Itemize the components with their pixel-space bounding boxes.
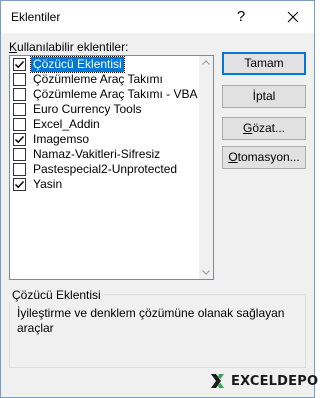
addin-checkbox[interactable] — [13, 148, 26, 161]
watermark-text: EXCELDEPO — [231, 373, 319, 389]
addin-list-item[interactable]: Çözümleme Araç Takımı — [11, 72, 198, 87]
x-logo-icon — [211, 374, 224, 388]
automation-button[interactable]: Otomasyon... — [222, 146, 306, 169]
close-button[interactable] — [280, 5, 306, 29]
addin-label: Çözümleme Araç Takımı - VBA — [33, 87, 198, 101]
addin-list-item[interactable]: Excel_Addin — [11, 117, 198, 132]
addin-list-item[interactable]: Çözümleme Araç Takımı - VBA — [11, 87, 198, 102]
chevron-down-icon — [202, 270, 210, 275]
addin-checkbox[interactable] — [13, 88, 26, 101]
checkmark-icon — [14, 60, 25, 69]
addin-label: Yasin — [33, 177, 63, 191]
addin-list-item[interactable]: Yasin — [11, 177, 198, 192]
scroll-down-button[interactable] — [199, 265, 213, 279]
details-description: İyileştirme ve denklem çözümüne olanak s… — [17, 306, 285, 335]
addin-label: Imagemso — [33, 132, 90, 146]
close-icon — [287, 11, 299, 23]
addin-list-item[interactable]: Namaz-Vakitleri-Sifresiz — [11, 147, 198, 162]
addins-listbox[interactable]: Çözücü Eklentisi Çözümleme Araç Takımı Çöz… — [9, 55, 214, 280]
window-title: Eklentiler — [11, 10, 61, 24]
addin-checkbox[interactable] — [13, 58, 26, 71]
addin-checkbox[interactable] — [13, 178, 26, 191]
addin-label: Pastespecial2-Unprotected — [33, 162, 178, 176]
addin-label: Çözücü Eklentisi — [30, 56, 125, 73]
scroll-track[interactable] — [199, 70, 213, 265]
available-addins-label: Kullanılabilir eklentiler: — [9, 40, 129, 54]
addin-checkbox[interactable] — [13, 73, 26, 86]
details-title: Çözücü Eklentisi — [9, 288, 104, 302]
checkmark-icon — [14, 135, 25, 144]
addins-dialog: Eklentiler ? Kullanılabilir eklentiler: … — [0, 0, 318, 398]
scroll-up-button[interactable] — [199, 56, 213, 70]
ok-button[interactable]: Tamam — [222, 52, 306, 75]
addin-list-item[interactable]: Euro Currency Tools — [11, 102, 198, 117]
addin-label: Euro Currency Tools — [33, 102, 142, 116]
browse-button[interactable]: Gözat... — [222, 117, 306, 140]
addin-label: Namaz-Vakitleri-Sifresiz — [33, 147, 161, 161]
addin-label: Çözümleme Araç Takımı — [33, 72, 163, 86]
addin-label: Excel_Addin — [33, 117, 100, 131]
addins-list: Çözücü Eklentisi Çözümleme Araç Takımı Çöz… — [10, 56, 199, 279]
addin-list-item[interactable]: Çözücü Eklentisi — [11, 56, 198, 73]
help-button[interactable]: ? — [229, 5, 253, 29]
watermark-logo: EXCELDEPO — [210, 372, 318, 390]
addin-checkbox[interactable] — [13, 163, 26, 176]
checkmark-icon — [14, 180, 25, 189]
addin-checkbox[interactable] — [13, 103, 26, 116]
addin-checkbox[interactable] — [13, 118, 26, 131]
chevron-up-icon — [202, 60, 210, 65]
title-bar: Eklentiler ? — [1, 1, 314, 33]
vertical-scrollbar[interactable] — [199, 56, 213, 279]
addin-list-item[interactable]: Pastespecial2-Unprotected — [11, 162, 198, 177]
addin-list-item[interactable]: Imagemso — [11, 132, 198, 147]
addin-checkbox[interactable] — [13, 133, 26, 146]
cancel-button[interactable]: İptal — [222, 85, 306, 108]
